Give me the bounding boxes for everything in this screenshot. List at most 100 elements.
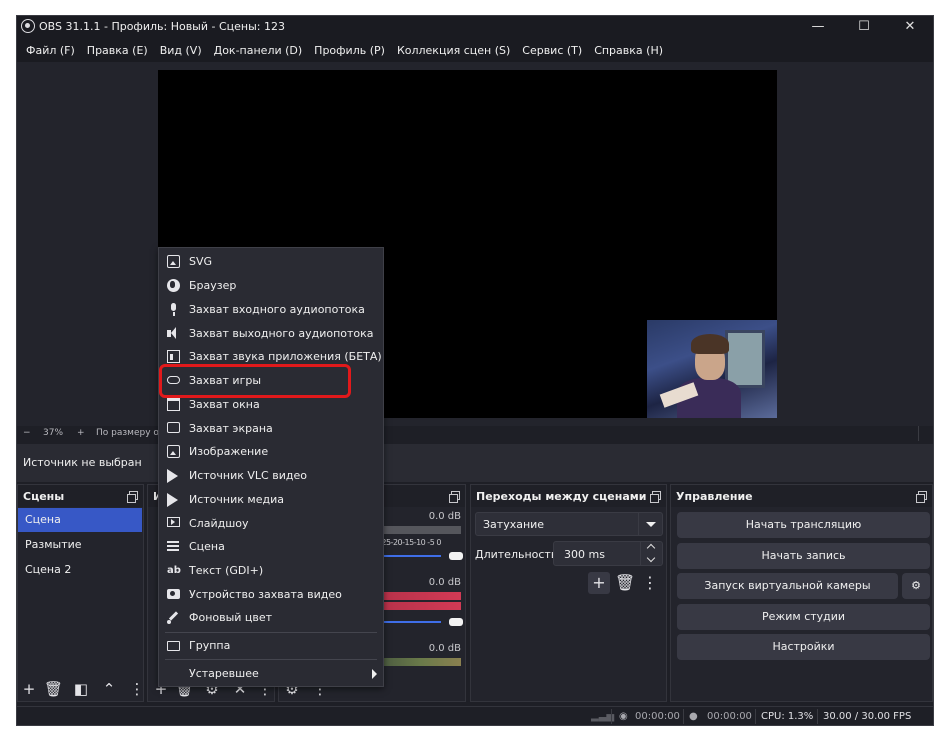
menu-item-label: SVG	[189, 255, 213, 268]
record-time: 00:00:00	[707, 711, 752, 722]
globe-icon	[167, 279, 180, 292]
close-button[interactable]: ✕	[887, 16, 933, 38]
menu-bar: Файл (F) Правка (E) Вид (V) Док-панели (…	[17, 38, 933, 62]
speaker-icon	[167, 327, 180, 340]
menu-item-text-gdi[interactable]: ab Текст (GDI+)	[159, 559, 383, 582]
add-scene-icon[interactable]: +	[20, 680, 38, 698]
source-toolbar: Источник не выбран	[17, 444, 933, 482]
volume-meter	[381, 526, 461, 534]
add-transition-icon[interactable]: +	[588, 572, 610, 594]
volume-slider-handle[interactable]	[449, 618, 463, 626]
menu-item-label: Группа	[189, 639, 231, 652]
undock-icon[interactable]	[650, 491, 661, 503]
monitor-icon	[167, 422, 180, 433]
menu-help[interactable]: Справка (H)	[588, 44, 669, 57]
stream-icon: ◉	[619, 711, 628, 722]
menu-item-label: Захват экрана	[189, 422, 273, 435]
menu-item-audio-input-capture[interactable]: Захват входного аудиопотока	[159, 298, 383, 321]
studio-mode-button[interactable]: Режим студии	[677, 604, 930, 630]
slideshow-icon	[167, 517, 180, 527]
trash-icon[interactable]: 🗑	[44, 680, 63, 698]
undock-icon[interactable]	[127, 491, 138, 503]
zoom-fit-button[interactable]: По размеру о	[96, 428, 159, 438]
volume-meter	[381, 658, 461, 666]
menu-file[interactable]: Файл (F)	[20, 44, 81, 57]
menu-item-scene[interactable]: Сцена	[159, 535, 383, 558]
preview-area[interactable]	[17, 62, 933, 426]
zoom-out-button[interactable]: −	[23, 428, 31, 438]
menu-item-label: Сцена	[189, 540, 225, 553]
controls-dock-title: Управление	[676, 490, 753, 503]
status-divider	[611, 709, 612, 724]
game-capture-thumbnail[interactable]	[647, 320, 777, 418]
menu-view[interactable]: Вид (V)	[154, 44, 208, 57]
duration-spinbox[interactable]: 300 ms	[553, 541, 663, 566]
volume-slider[interactable]	[381, 555, 441, 557]
spin-down-icon[interactable]	[640, 554, 662, 566]
preview-scroll-corner	[918, 426, 933, 441]
menu-edit[interactable]: Правка (E)	[81, 44, 154, 57]
start-streaming-button[interactable]: Начать трансляцию	[677, 512, 930, 538]
undock-icon[interactable]	[916, 491, 927, 503]
undock-icon[interactable]	[449, 491, 460, 503]
volume-db: 0.0 dB	[428, 511, 461, 522]
maximize-button[interactable]: ☐	[841, 16, 887, 38]
menu-item-video-capture-device[interactable]: Устройство захвата видео	[159, 583, 383, 606]
menu-item-label: Захват выходного аудиопотока	[189, 327, 374, 340]
menu-item-label: Устаревшее	[189, 667, 259, 680]
status-bar: ▂▃▅ ◉ 00:00:00 ● 00:00:00 CPU: 1.3% 30.0…	[17, 706, 933, 725]
transition-select[interactable]: Затухание	[475, 512, 663, 536]
image-icon	[167, 445, 180, 458]
scenes-toolbar: + 🗑 ◧ ⌃ ⋮	[18, 677, 146, 701]
menu-docks[interactable]: Док-панели (D)	[208, 44, 309, 57]
more-icon[interactable]: ⋮	[639, 572, 661, 594]
scene-item[interactable]: Размытие	[18, 533, 142, 557]
menu-item-display-capture[interactable]: Захват экрана	[159, 417, 383, 440]
menu-item-image[interactable]: Изображение	[159, 440, 383, 463]
controls-dock-header: Управление	[671, 485, 932, 507]
menu-item-svg[interactable]: SVG	[159, 250, 383, 273]
menu-item-slideshow[interactable]: Слайдшоу	[159, 512, 383, 535]
minimize-button[interactable]: —	[795, 16, 841, 38]
start-recording-button[interactable]: Начать запись	[677, 543, 930, 569]
scene-item[interactable]: Сцена 2	[18, 558, 142, 582]
scene-filters-icon[interactable]: ◧	[72, 680, 90, 698]
virtual-camera-settings-button[interactable]: ⚙	[902, 573, 930, 599]
spin-up-icon[interactable]	[640, 542, 662, 554]
move-up-icon[interactable]: ⌃	[100, 680, 118, 698]
transition-selected-value: Затухание	[483, 518, 545, 531]
text-icon: ab	[167, 565, 181, 576]
menu-item-browser[interactable]: Браузер	[159, 274, 383, 297]
menu-item-group[interactable]: Группа	[159, 634, 383, 657]
more-icon[interactable]: ⋮	[128, 680, 146, 698]
start-virtual-camera-button[interactable]: Запуск виртуальной камеры	[677, 573, 898, 599]
zoom-in-button[interactable]: +	[77, 428, 85, 438]
chevron-down-icon[interactable]	[638, 513, 662, 535]
menu-item-deprecated[interactable]: Устаревшее	[159, 662, 383, 685]
menu-profile[interactable]: Профиль (P)	[308, 44, 391, 57]
menu-item-label: Источник VLC видео	[189, 469, 307, 482]
menu-item-vlc-video-source[interactable]: Источник VLC видео	[159, 464, 383, 487]
game-capture-highlight	[159, 364, 351, 398]
zoom-bar: − 37% + По размеру о	[17, 426, 933, 441]
settings-button[interactable]: Настройки	[677, 634, 930, 660]
menu-item-label: Захват звука приложения (БЕТА)	[189, 350, 382, 363]
submenu-arrow-icon	[372, 669, 377, 679]
volume-db: 0.0 dB	[428, 577, 461, 588]
menu-item-color-source[interactable]: Фоновый цвет	[159, 606, 383, 629]
record-icon: ●	[689, 711, 698, 722]
scene-item[interactable]: Сцена	[18, 508, 142, 532]
list-icon	[167, 540, 180, 553]
volume-meter	[381, 592, 461, 600]
menu-item-media-source[interactable]: Источник медиа	[159, 488, 383, 511]
volume-slider-handle[interactable]	[449, 552, 463, 560]
trash-icon[interactable]: 🗑	[614, 572, 636, 594]
meter-ticks: -25-20-15-10 -5 0	[379, 538, 441, 547]
menu-tools[interactable]: Сервис (T)	[516, 44, 588, 57]
menu-scene-collection[interactable]: Коллекция сцен (S)	[391, 44, 516, 57]
scenes-dock-title: Сцены	[23, 490, 65, 503]
menu-item-audio-output-capture[interactable]: Захват выходного аудиопотока	[159, 322, 383, 345]
no-source-selected-label: Источник не выбран	[23, 456, 142, 469]
volume-slider[interactable]	[381, 621, 441, 623]
transitions-dock: Переходы между сценами Затухание Длитель…	[470, 484, 667, 702]
